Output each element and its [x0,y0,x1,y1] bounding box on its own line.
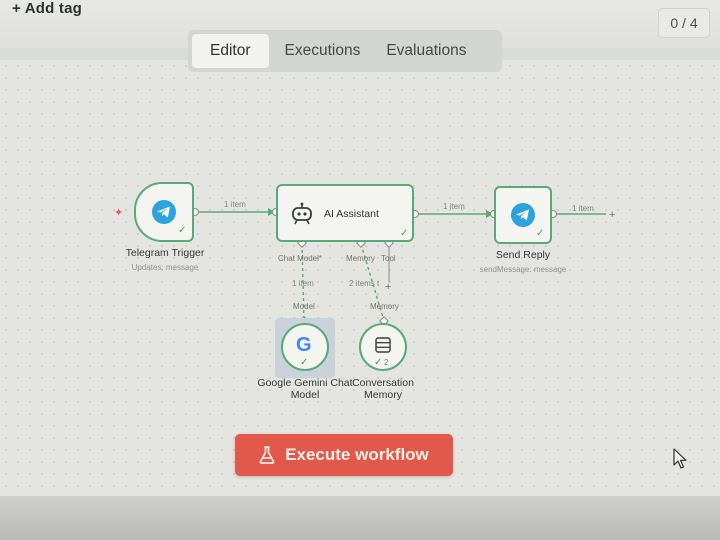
success-check-icon: ✓ [178,225,187,236]
ai-assistant-node[interactable]: AI Assistant ✓ [276,184,414,242]
memory-title: Conversation Memory [338,377,428,401]
memory-title-line1: Conversation [352,377,414,389]
conversation-memory-node[interactable]: ✓ 2 [359,323,407,371]
telegram-trigger-title: Telegram Trigger [125,247,205,259]
trigger-bolt-icon: ✦ [114,206,123,219]
conn-label-reply: 1 item [572,204,594,213]
telegram-trigger-subtitle: Updates: message [131,263,199,272]
gemini-title-line2: Model [290,389,320,401]
google-icon: G [296,334,312,356]
telegram-icon [511,203,535,227]
send-reply-title: Send Reply [495,249,551,261]
add-tool-plus: + [385,281,391,293]
bottom-strip [0,496,720,540]
port-label-memory-in: Memory [370,302,399,311]
robot-icon [292,202,312,225]
execute-workflow-label: Execute workflow [285,445,429,464]
run-count: 2 [384,358,389,367]
port-label-memory: Memory [346,254,375,263]
telegram-trigger-node[interactable]: ✓ [134,182,194,242]
success-check-icon: ✓ [400,228,409,239]
conn-label-model: 1 item [292,279,314,288]
success-check-icon: ✓ [374,357,383,368]
ai-assistant-title: AI Assistant [324,208,379,220]
conn-label-trigger: 1 item [224,200,246,209]
port-label-chat-model: Chat Model* [278,254,323,263]
send-reply-subtitle: sendMessage: message [479,265,567,274]
port-label-tool: Tool [381,254,396,263]
send-reply-node[interactable]: ✓ [494,186,552,244]
conn-label-assistant: 1 item [443,202,465,211]
flask-icon [259,446,275,464]
port-label-model: Model [293,302,315,311]
add-next-node-plus: + [609,209,615,221]
gemini-chat-model-node[interactable]: G ✓ [281,323,329,371]
telegram-icon [152,200,176,224]
success-check-icon: ✓ [536,228,545,239]
mouse-cursor-icon [673,448,687,469]
memory-title-line2: Memory [364,389,402,401]
success-check-icon: ✓ [300,357,309,368]
execute-workflow-button[interactable]: Execute workflow [235,434,453,476]
conn-label-memory: 2 items t [349,279,380,288]
database-icon [375,337,391,353]
